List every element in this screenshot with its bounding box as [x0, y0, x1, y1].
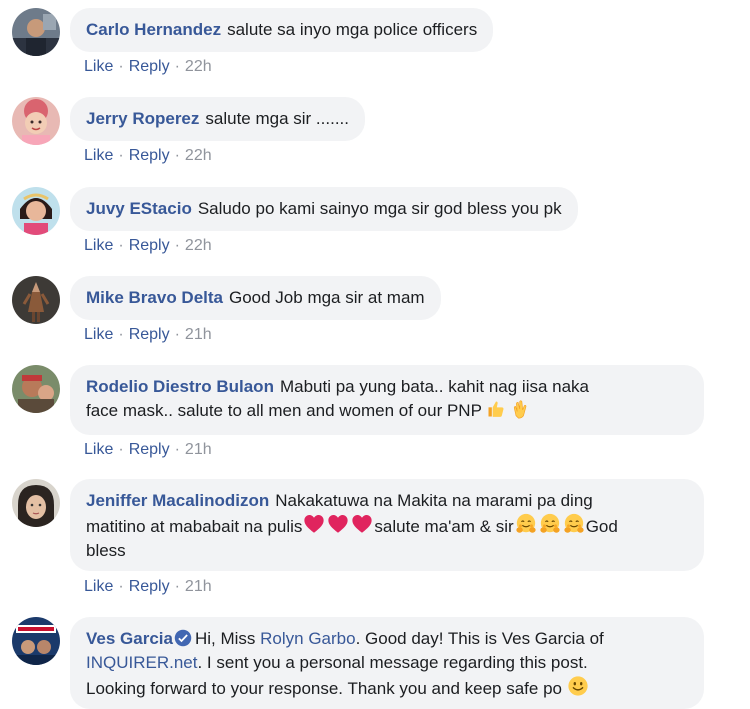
comment-bubble: Jeniffer Macalinodizon Nakakatuwa na Maki…	[70, 479, 704, 571]
verified-badge-icon	[174, 629, 192, 647]
comment-actions: Like · Reply · 22h	[84, 147, 212, 164]
reply-button[interactable]: Reply	[129, 578, 170, 595]
timestamp[interactable]: 22h	[185, 58, 212, 75]
hugging-face-icon	[562, 513, 586, 535]
hugging-face-icon	[538, 513, 562, 535]
red-heart-icon	[350, 513, 374, 535]
comment-bubble: Carlo Hernandez salute sa inyo mga police…	[70, 8, 494, 52]
smiling-face-icon	[567, 675, 589, 697]
comment-bubble: Rodelio Diestro Bulaon Mabuti pa yung bat…	[70, 365, 704, 435]
comment-text: . Good day! This is Ves Garcia of	[355, 629, 604, 648]
avatar[interactable]	[12, 617, 60, 665]
timestamp[interactable]: 22h	[185, 237, 212, 254]
comment-actions: Like · Reply · 21h	[84, 441, 212, 458]
comment-author[interactable]: Carlo Hernandez	[86, 20, 221, 39]
comment-author[interactable]: Juvy EStacio	[86, 199, 192, 218]
comment-text: Saludo po kami sainyo mga sir god bless …	[197, 199, 562, 218]
comment-bubble: Juvy EStacio Saludo po kami sainyo mga si…	[70, 187, 578, 231]
comment-text: Hi, Miss	[194, 629, 261, 648]
like-button[interactable]: Like	[84, 237, 113, 254]
reply-button[interactable]: Reply	[129, 326, 170, 343]
timestamp[interactable]: 21h	[185, 326, 212, 343]
avatar[interactable]	[12, 97, 60, 145]
hugging-face-icon	[514, 513, 538, 535]
like-button[interactable]: Like	[84, 147, 113, 164]
red-heart-icon	[326, 513, 350, 535]
reply-button[interactable]: Reply	[129, 441, 170, 458]
comment-text: God	[585, 517, 618, 536]
avatar[interactable]	[12, 365, 60, 413]
like-button[interactable]: Like	[84, 58, 113, 75]
comment-author[interactable]: Mike Bravo Delta	[86, 288, 223, 307]
comment-actions: Like · Reply · 22h	[84, 58, 212, 75]
comment-actions: Like · Reply · 21h	[84, 326, 212, 343]
comment-text: face mask.. salute to all men and women …	[86, 401, 482, 420]
inquirer-link[interactable]: INQUIRER.net	[86, 653, 197, 672]
red-heart-icon	[302, 513, 326, 535]
mention-link[interactable]: Rolyn Garbo	[260, 629, 355, 648]
comment-author[interactable]: Jeniffer Macalinodizon	[86, 491, 269, 510]
reply-button[interactable]: Reply	[129, 147, 170, 164]
comment-actions: Like · Reply · 22h	[84, 237, 212, 254]
timestamp[interactable]: 21h	[185, 578, 212, 595]
timestamp[interactable]: 22h	[185, 147, 212, 164]
comment-bubble: Mike Bravo Delta Good Job mga sir at mam	[70, 276, 441, 320]
like-button[interactable]: Like	[84, 441, 113, 458]
avatar[interactable]	[12, 276, 60, 324]
comment-text: . I sent you a personal message regardin…	[197, 653, 588, 672]
comment-author[interactable]: Jerry Roperez	[86, 109, 199, 128]
comment-text: bless	[86, 541, 126, 560]
like-button[interactable]: Like	[84, 326, 113, 343]
comment-text: salute mga sir .......	[205, 109, 349, 128]
timestamp[interactable]: 21h	[185, 441, 212, 458]
comment-bubble: Ves Garcia Hi, Miss Rolyn Garbo. Good day…	[70, 617, 704, 709]
comment-author[interactable]: Rodelio Diestro Bulaon	[86, 377, 274, 396]
avatar[interactable]	[12, 8, 60, 56]
comment-text: Mabuti pa yung bata.. kahit nag iisa nak…	[279, 377, 590, 396]
comment-text: Looking forward to your response. Thank …	[86, 679, 562, 698]
avatar[interactable]	[12, 479, 60, 527]
comment-author[interactable]: Ves Garcia	[86, 629, 173, 648]
reply-button[interactable]: Reply	[129, 58, 170, 75]
thumbs-up-icon	[488, 401, 504, 417]
like-button[interactable]: Like	[84, 578, 113, 595]
comment-bubble: Jerry Roperez salute mga sir .......	[70, 97, 365, 141]
comment-text: matitino at mababait na pulis	[86, 517, 303, 536]
comment-text: salute ma'am & sir	[374, 517, 514, 536]
clapping-hands-icon	[514, 400, 527, 419]
reply-button[interactable]: Reply	[129, 237, 170, 254]
comment-text: Good Job mga sir at mam	[229, 288, 425, 307]
comment-actions: Like · Reply · 21h	[84, 578, 212, 595]
comment-text: Nakakatuwa na Makita na marami pa ding	[275, 491, 593, 510]
avatar[interactable]	[12, 187, 60, 235]
comment-text: salute sa inyo mga police officers	[227, 20, 478, 39]
